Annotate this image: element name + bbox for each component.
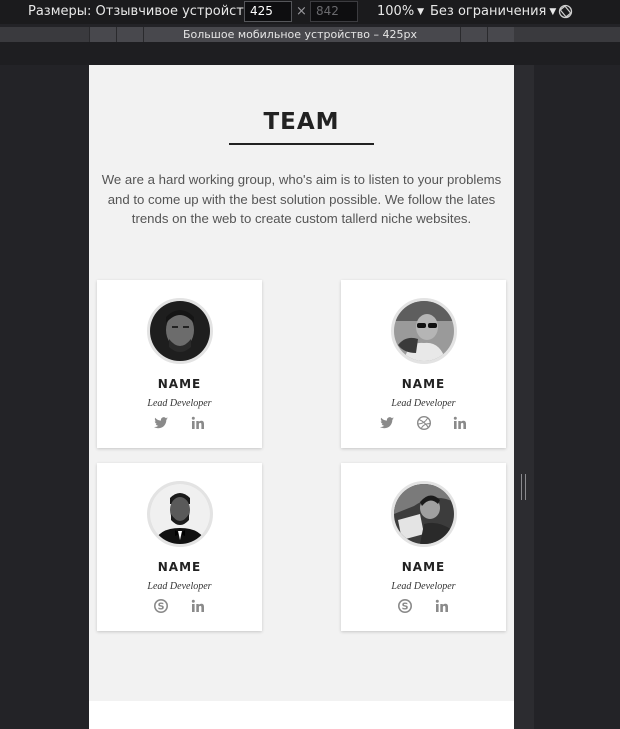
throttle-label: Без ограничения xyxy=(430,4,547,19)
twitter-icon[interactable] xyxy=(153,415,169,431)
dribbble-icon[interactable] xyxy=(416,415,432,431)
svg-text:S: S xyxy=(158,601,165,612)
svg-text:S: S xyxy=(402,601,409,612)
title-underline xyxy=(229,143,374,145)
avatar xyxy=(147,481,213,547)
height-input[interactable]: 842 xyxy=(310,1,358,22)
avatar xyxy=(391,481,457,547)
device-viewport[interactable]: TEAM We are a hard working group, who's … xyxy=(89,65,514,729)
skype-icon[interactable]: S xyxy=(397,598,413,614)
zoom-label: 100% xyxy=(377,4,415,19)
member-role: Lead Developer xyxy=(147,398,212,409)
team-card: NAME Lead Developer xyxy=(97,280,262,448)
viewport-top-gap xyxy=(0,42,620,65)
linkedin-icon[interactable] xyxy=(452,415,468,431)
member-role: Lead Developer xyxy=(391,398,456,409)
team-card: NAME Lead Developer xyxy=(341,280,506,448)
social-links: S xyxy=(97,597,262,617)
linkedin-icon[interactable] xyxy=(434,598,450,614)
linkedin-icon[interactable] xyxy=(190,415,206,431)
responsive-toolbar: Размеры: Отзывчивое устройство▼ 425 × 84… xyxy=(0,0,620,24)
linkedin-icon[interactable] xyxy=(190,598,206,614)
member-role: Lead Developer xyxy=(147,581,212,592)
member-name: NAME xyxy=(401,560,446,574)
chevron-down-icon: ▼ xyxy=(549,7,557,17)
throttle-dropdown[interactable]: Без ограничения ▼ xyxy=(430,0,556,24)
social-links: S xyxy=(341,597,506,617)
media-query-bar: Большое мобильное устройство – 425px xyxy=(0,27,620,42)
dimensions-dropdown[interactable]: Размеры: Отзывчивое устройство▼ xyxy=(28,0,269,24)
social-links xyxy=(97,414,262,434)
team-card: NAME Lead Developer S xyxy=(97,463,262,631)
twitter-icon[interactable] xyxy=(379,415,395,431)
dimension-separator: × xyxy=(296,4,307,19)
member-name: NAME xyxy=(401,377,446,391)
rotate-device-icon[interactable] xyxy=(558,4,573,19)
avatar xyxy=(391,298,457,364)
chevron-down-icon: ▼ xyxy=(417,7,425,17)
team-card: NAME Lead Developer S xyxy=(341,463,506,631)
intro-paragraph: We are a hard working group, who's aim i… xyxy=(101,172,502,226)
social-links xyxy=(341,414,506,434)
member-name: NAME xyxy=(157,560,202,574)
width-input[interactable]: 425 xyxy=(244,1,292,22)
viewport-resize-handle[interactable] xyxy=(521,474,526,500)
member-name: NAME xyxy=(157,377,202,391)
next-section xyxy=(89,701,514,729)
breakpoint-label: Большое мобильное устройство – 425px xyxy=(183,28,417,41)
zoom-dropdown[interactable]: 100% ▼ xyxy=(377,0,424,24)
dimensions-label: Размеры: Отзывчивое устройство xyxy=(28,4,260,19)
avatar xyxy=(147,298,213,364)
viewport-right-gutter xyxy=(514,65,534,729)
member-role: Lead Developer xyxy=(391,581,456,592)
page-title: TEAM xyxy=(263,109,340,135)
skype-icon[interactable]: S xyxy=(153,598,169,614)
